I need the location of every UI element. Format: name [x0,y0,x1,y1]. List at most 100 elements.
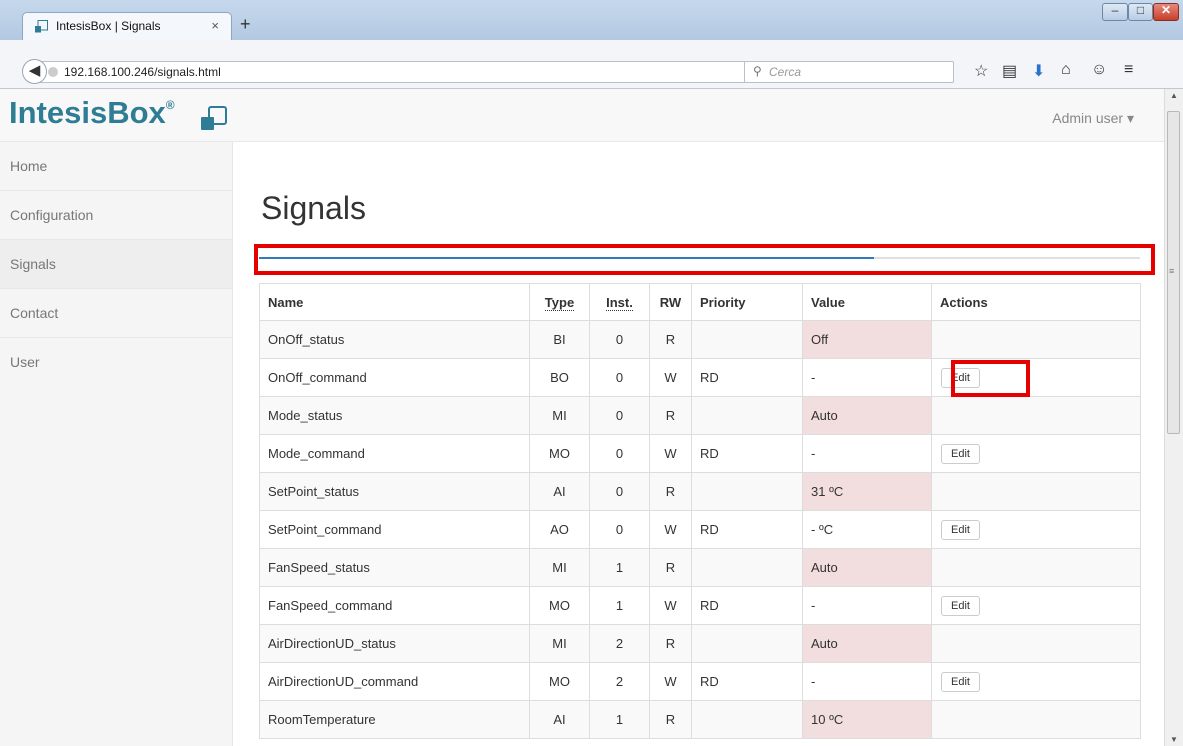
cell-type: MI [529,624,590,663]
bookmarks-list-icon[interactable]: ▤ [1002,61,1017,81]
cell-name: SetPoint_command [259,510,530,549]
downloads-icon[interactable]: ⬇ [1032,61,1045,81]
edit-button[interactable]: Edit [941,519,980,540]
cell-type: MO [529,434,590,473]
edit-button[interactable]: Edit [941,443,980,464]
scroll-down-icon[interactable]: ▼ [1165,735,1183,744]
page-scrollbar[interactable]: ▲ ≡ ▼ [1164,89,1183,746]
cell-inst: 1 [589,586,650,625]
chat-icon[interactable]: ☺ [1091,61,1107,79]
browser-tab[interactable]: IntesisBox | Signals × [22,12,232,40]
cell-value: - [802,434,932,473]
table-row: RoomTemperature AI 1 R 10 ºC [259,700,1141,739]
cell-type: AI [529,700,590,739]
col-header-name[interactable]: Name [259,283,530,321]
cell-value: - [802,586,932,625]
col-header-rw[interactable]: RW [649,283,692,321]
sidebar-item-home[interactable]: Home [0,142,232,191]
window-minimize-button[interactable]: – [1102,3,1128,21]
cell-rw: W [649,434,692,473]
cell-actions [931,396,1141,435]
cell-value: Off [802,320,932,359]
home-icon[interactable]: ⌂ [1061,61,1071,79]
search-bar[interactable]: ⚲ Cerca [744,61,954,83]
cell-value: Auto [802,396,932,435]
cell-name: FanSpeed_command [259,586,530,625]
browser-titlebar: IntesisBox | Signals × + – □ ✕ [0,0,1183,40]
sidebar-item-label: Signals [10,256,56,272]
brand-logo[interactable]: IntesisBox® [9,95,175,131]
col-header-actions: Actions [931,283,1141,321]
cell-rw: W [649,358,692,397]
brand-name: IntesisBox [9,95,166,130]
cell-actions: Edit [931,434,1141,473]
main-content: Signals Name Type Inst. RW Priority Valu… [233,142,1164,746]
window-close-button[interactable]: ✕ [1153,3,1179,21]
tab-close-icon[interactable]: × [211,18,219,33]
cell-name: Mode_command [259,434,530,473]
cell-rw: R [649,472,692,511]
cell-actions: Edit [931,510,1141,549]
cell-value: - [802,358,932,397]
cell-priority: RD [691,510,803,549]
sidebar-item-contact[interactable]: Contact [0,289,232,338]
user-menu-dropdown[interactable]: Admin user ▾ [1052,110,1134,127]
site-identity-icon[interactable] [48,67,58,77]
cell-priority [691,700,803,739]
cell-inst: 2 [589,662,650,701]
sidebar-item-user[interactable]: User [0,338,232,387]
sidebar-item-signals[interactable]: Signals [0,240,232,289]
table-row: AirDirectionUD_command MO 2 W RD - Edit [259,662,1141,701]
web-page: IntesisBox® Admin user ▾ Home Configurat… [0,89,1164,746]
table-row: AirDirectionUD_status MI 2 R Auto [259,624,1141,663]
cell-value: Auto [802,548,932,587]
edit-button-highlight-box [951,360,1030,397]
close-icon: ✕ [1160,3,1172,17]
sidebar-item-configuration[interactable]: Configuration [0,191,232,240]
cell-rw: W [649,662,692,701]
maximize-icon: □ [1136,3,1145,17]
edit-button[interactable]: Edit [941,671,980,692]
url-bar[interactable]: 192.168.100.246/signals.html ▽ → [35,61,840,83]
cell-name: FanSpeed_status [259,548,530,587]
col-header-type[interactable]: Type [529,283,590,321]
browser-navbar: 192.168.100.246/signals.html ▽ → ◀ ⚲ Cer… [0,57,1183,89]
menu-icon[interactable]: ≡ [1124,61,1133,79]
cell-actions [931,700,1141,739]
url-text: 192.168.100.246/signals.html [64,65,221,79]
cell-rw: W [649,586,692,625]
new-tab-icon[interactable]: + [240,14,251,34]
col-header-priority[interactable]: Priority [691,283,803,321]
back-button[interactable]: ◀ [22,59,47,84]
cell-value: - [802,662,932,701]
cell-actions [931,548,1141,587]
col-header-type-label: Type [544,294,575,311]
cell-value: 31 ºC [802,472,932,511]
cell-rw: R [649,548,692,587]
cell-type: MO [529,662,590,701]
col-header-inst[interactable]: Inst. [589,283,650,321]
table-row: SetPoint_status AI 0 R 31 ºC [259,472,1141,511]
brand-registered-mark: ® [165,98,175,112]
scroll-up-icon[interactable]: ▲ [1165,91,1183,100]
table-row: Mode_command MO 0 W RD - Edit [259,434,1141,473]
cell-inst: 0 [589,320,650,359]
bookmark-star-icon[interactable]: ☆ [974,61,988,81]
col-header-value[interactable]: Value [802,283,932,321]
cell-type: BO [529,358,590,397]
cell-type: AI [529,472,590,511]
table-row: Mode_status MI 0 R Auto [259,396,1141,435]
cell-name: Mode_status [259,396,530,435]
cell-value: 10 ºC [802,700,932,739]
cell-priority: RD [691,662,803,701]
minimize-icon: – [1111,3,1119,17]
window-maximize-button[interactable]: □ [1128,3,1153,21]
cell-inst: 0 [589,396,650,435]
edit-button[interactable]: Edit [941,595,980,616]
cell-inst: 1 [589,548,650,587]
page-title: Signals [261,190,366,226]
browser-toolbar-spacer [0,40,1183,57]
table-row: FanSpeed_command MO 1 W RD - Edit [259,586,1141,625]
cell-type: MO [529,586,590,625]
cell-name: AirDirectionUD_command [259,662,530,701]
